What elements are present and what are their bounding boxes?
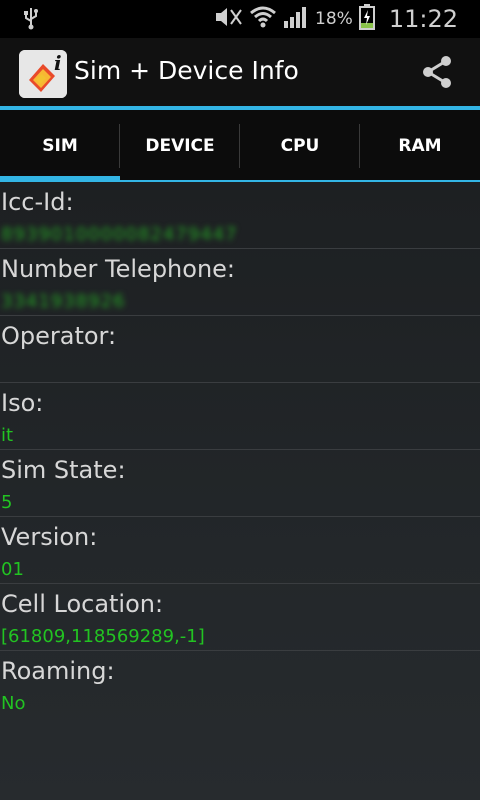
info-row-cell-location: Cell Location: [61809,118569289,-1] [0, 584, 480, 651]
info-value: 3341938926 [1, 291, 126, 312]
info-value: it [1, 425, 14, 446]
info-row-iso: Iso: it [0, 383, 480, 450]
info-label: Version: [1, 523, 98, 551]
tab-ram[interactable]: RAM [360, 110, 480, 182]
info-label: Icc-Id: [1, 188, 74, 216]
info-value: 01 [1, 559, 24, 580]
info-row-roaming: Roaming: No [0, 651, 480, 717]
info-label: Iso: [1, 389, 44, 417]
app-title: Sim + Device Info [74, 56, 299, 85]
tab-device[interactable]: DEVICE [120, 110, 240, 182]
info-value: 5 [1, 492, 13, 513]
wifi-icon [249, 5, 277, 33]
tab-label: SIM [42, 136, 78, 156]
clock: 11:22 [388, 5, 458, 33]
info-label: Cell Location: [1, 590, 164, 618]
sim-info-app-icon[interactable]: i [19, 50, 67, 98]
tab-label: DEVICE [145, 136, 215, 156]
info-value: 8939010000082479447 [1, 224, 238, 245]
info-label: Number Telephone: [1, 255, 236, 283]
info-label: Sim State: [1, 456, 126, 484]
tab-cpu[interactable]: CPU [240, 110, 360, 182]
sim-info-list: Icc-Id: 8939010000082479447 Number Telep… [0, 182, 480, 800]
battery-percent: 18% [315, 9, 353, 29]
signal-icon [283, 5, 309, 33]
tab-sim[interactable]: SIM [0, 110, 120, 182]
svg-text:i: i [54, 51, 62, 75]
info-value: [61809,118569289,-1] [1, 626, 205, 647]
tab-label: CPU [280, 136, 320, 156]
usb-icon [20, 6, 42, 34]
info-row-version: Version: 01 [0, 517, 480, 584]
info-row-number-telephone: Number Telephone: 3341938926 [0, 249, 480, 316]
action-bar: i Sim + Device Info [0, 38, 480, 110]
tab-label: RAM [398, 136, 442, 156]
info-row-icc-id: Icc-Id: 8939010000082479447 [0, 182, 480, 249]
info-row-sim-state: Sim State: 5 [0, 450, 480, 517]
info-label: Roaming: [1, 657, 115, 685]
share-icon[interactable] [419, 54, 455, 90]
tab-bar: SIM DEVICE CPU RAM [0, 110, 480, 182]
info-value: No [1, 693, 26, 714]
status-bar: 18% 11:22 [0, 0, 480, 38]
info-row-operator: Operator: [0, 316, 480, 383]
info-label: Operator: [1, 322, 117, 350]
mute-icon [213, 6, 243, 32]
battery-charging-icon [358, 4, 375, 34]
